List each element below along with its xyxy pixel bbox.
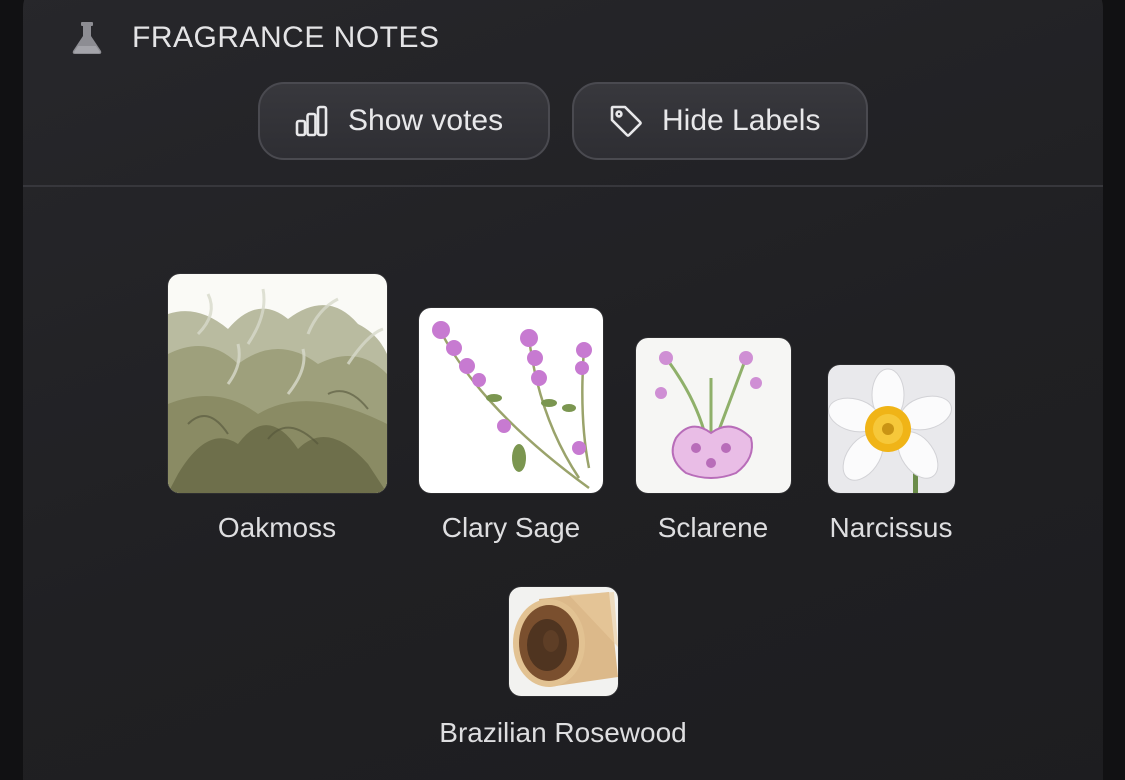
narcissus-image <box>828 365 955 493</box>
show-votes-label: Show votes <box>348 104 504 137</box>
sclarene-image <box>636 338 791 493</box>
clary-sage-image <box>419 308 603 493</box>
brazilian-rosewood-image <box>509 587 618 696</box>
note-label: Narcissus <box>829 512 953 543</box>
note-narcissus[interactable] <box>828 365 955 493</box>
hide-labels-label: Hide Labels <box>662 104 821 137</box>
note-label: Oakmoss <box>217 512 337 543</box>
oakmoss-image <box>168 274 387 493</box>
note-label: Sclarene <box>657 512 769 543</box>
note-brazilian-rosewood[interactable] <box>509 587 618 696</box>
divider <box>23 185 1103 187</box>
note-label: Clary Sage <box>441 512 581 543</box>
note-sclarene[interactable] <box>636 338 791 493</box>
section-title: FRAGRANCE NOTES <box>132 21 440 54</box>
flask-icon <box>72 22 102 54</box>
hide-labels-button[interactable]: Hide Labels <box>572 82 868 160</box>
note-oakmoss[interactable] <box>168 274 387 493</box>
bar-chart-icon <box>295 105 328 137</box>
note-clary-sage[interactable] <box>419 308 603 493</box>
show-votes-button[interactable]: Show votes <box>258 82 550 160</box>
tag-icon <box>610 105 642 137</box>
note-label: Brazilian Rosewood <box>439 717 687 748</box>
section-header: FRAGRANCE NOTES <box>70 18 440 58</box>
